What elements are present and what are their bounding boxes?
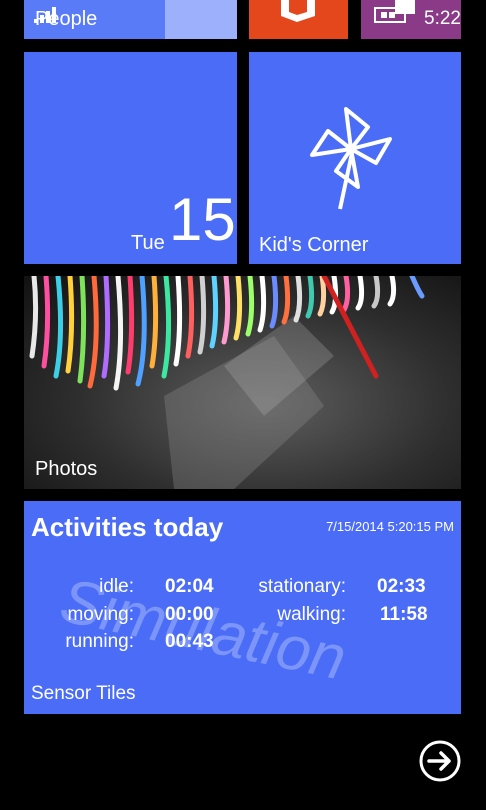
stationary-value: 02:33 bbox=[377, 576, 426, 597]
activities-timestamp: 7/15/2014 5:20:15 PM bbox=[326, 519, 454, 534]
running-label: running: bbox=[65, 631, 134, 652]
office-icon bbox=[281, 0, 315, 22]
moving-value: 00:00 bbox=[165, 604, 214, 625]
office-tile[interactable] bbox=[249, 0, 348, 39]
moving-label: moving: bbox=[67, 604, 134, 625]
kids-corner-label: Kid's Corner bbox=[259, 234, 369, 256]
running-value: 00:43 bbox=[165, 631, 214, 652]
arrow-right-circle-icon bbox=[419, 740, 461, 782]
walking-label: walking: bbox=[277, 604, 346, 625]
activities-title: Activities today bbox=[31, 512, 224, 542]
kids-corner-tile[interactable]: Kid's Corner bbox=[249, 52, 461, 264]
people-tile-label: People bbox=[35, 8, 98, 30]
photos-tile[interactable]: Photos bbox=[24, 276, 461, 489]
walking-value: 11:58 bbox=[380, 604, 428, 625]
photos-label: Photos bbox=[35, 458, 98, 480]
pinwheel-icon bbox=[310, 107, 392, 210]
store-icon bbox=[374, 0, 415, 23]
idle-label: idle: bbox=[99, 576, 134, 597]
calendar-date: 15 bbox=[169, 186, 236, 253]
calendar-day: Tue bbox=[131, 232, 165, 254]
store-tile[interactable]: 5:22 bbox=[361, 0, 461, 39]
stationary-label: stationary: bbox=[258, 576, 346, 597]
people-tile-image-pane bbox=[165, 0, 237, 39]
activities-tile[interactable]: Simulation Activities today 7/15/2014 5:… bbox=[24, 501, 461, 714]
idle-value: 02:04 bbox=[165, 576, 214, 597]
status-clock: 5:22 bbox=[424, 8, 461, 29]
next-button[interactable] bbox=[418, 739, 462, 783]
calendar-tile[interactable]: Tue 15 bbox=[24, 52, 237, 264]
sensor-tiles-label: Sensor Tiles bbox=[31, 683, 136, 704]
people-tile[interactable]: People bbox=[24, 0, 237, 39]
